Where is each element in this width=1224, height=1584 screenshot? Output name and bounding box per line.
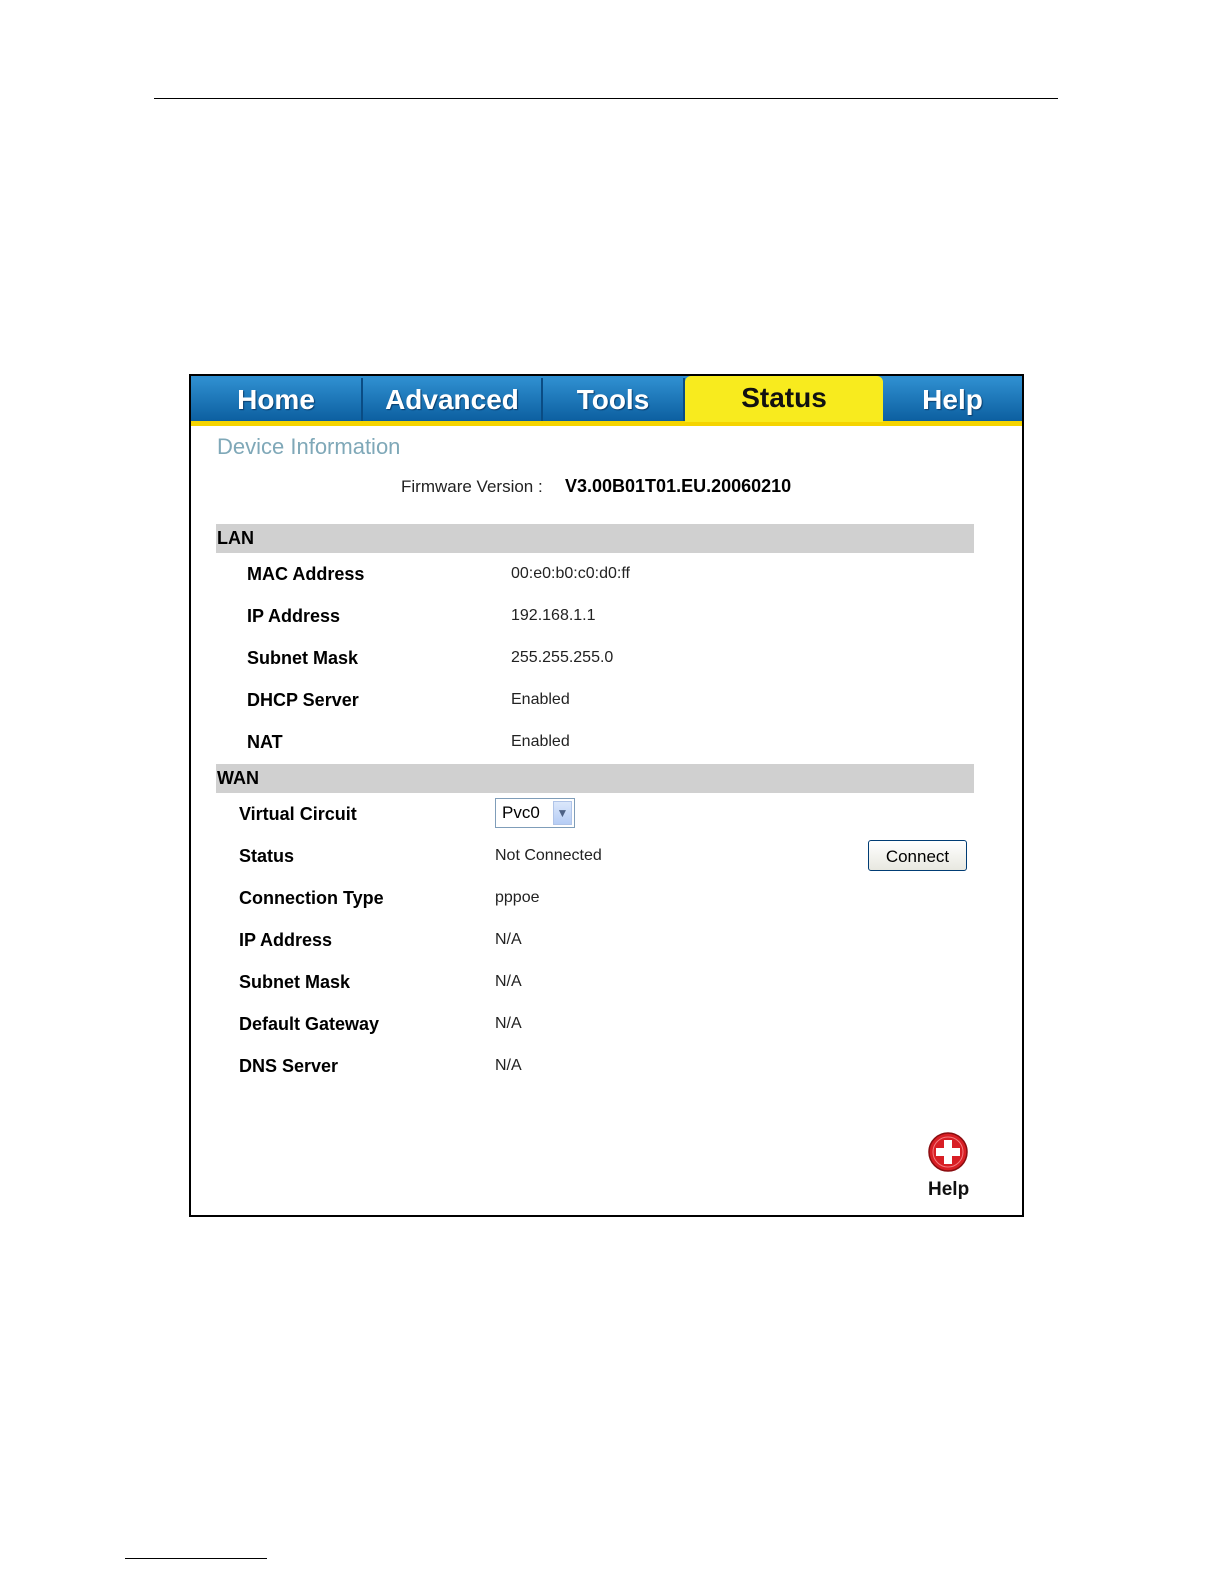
wan-status-value: Not Connected [495,847,602,864]
lan-subnet-label: Subnet Mask [247,648,359,668]
main-nav-tabs: Home Advanced Tools Status Help [191,376,1022,426]
connect-button[interactable]: Connect [868,840,967,871]
lan-mac-value: 00:e0:b0:c0:d0:ff [511,565,630,582]
plus-circle-icon[interactable] [927,1131,969,1173]
wan-dns-value: N/A [495,1057,522,1074]
wan-subnet-label: Subnet Mask [239,972,351,992]
lan-dhcp-value: Enabled [511,691,570,708]
lan-mac-label: MAC Address [247,564,365,584]
wan-section-header: WAN [216,764,974,793]
tab-status[interactable]: Status [685,376,883,422]
wan-ip-value: N/A [495,931,522,948]
wan-subnet-value: N/A [495,973,522,990]
wan-gateway-label: Default Gateway [239,1014,380,1034]
tab-tools[interactable]: Tools [543,378,685,421]
wan-ip-label: IP Address [239,930,333,950]
router-status-window: Home Advanced Tools Status Help Device I… [189,374,1024,1217]
firmware-label: Firmware Version : [401,477,543,496]
tab-home[interactable]: Home [191,378,363,421]
wan-connection-type-label: Connection Type [239,888,384,908]
chevron-down-icon[interactable]: ▼ [553,801,572,825]
virtual-circuit-selected-value: Pvc0 [502,803,540,822]
lan-dhcp-label: DHCP Server [247,690,359,710]
lan-section-header: LAN [216,524,974,553]
page-top-rule [154,98,1058,99]
help-link[interactable]: Help [928,1179,969,1201]
tab-help[interactable]: Help [883,378,1022,421]
wan-virtual-circuit-label: Virtual Circuit [239,804,357,824]
wan-dns-label: DNS Server [239,1056,339,1076]
lan-nat-label: NAT [247,732,283,752]
lan-ip-label: IP Address [247,606,341,626]
lan-nat-value: Enabled [511,733,570,750]
lan-subnet-value: 255.255.255.0 [511,649,614,666]
wan-status-label: Status [239,846,295,866]
wan-gateway-value: N/A [495,1015,522,1032]
footer-rule [125,1558,267,1559]
tab-advanced[interactable]: Advanced [363,378,543,421]
page-title: Device Information [217,434,401,459]
firmware-value: V3.00B01T01.EU.20060210 [565,476,792,496]
wan-connection-type-value: pppoe [495,889,540,906]
lan-ip-value: 192.168.1.1 [511,607,596,624]
virtual-circuit-select[interactable]: Pvc0 ▼ [495,798,575,828]
